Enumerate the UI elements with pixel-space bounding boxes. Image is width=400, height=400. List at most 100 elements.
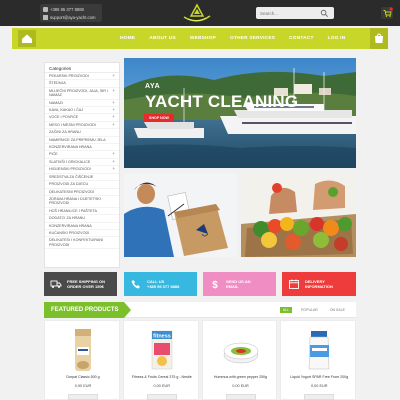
home-icon [22, 34, 32, 43]
cart-icon[interactable] [381, 7, 393, 19]
header-email[interactable]: support@aya-yacht.com [50, 15, 95, 20]
marina-image [124, 58, 356, 168]
feature-text-email: Send us an email [226, 279, 251, 289]
logo[interactable] [180, 3, 214, 23]
sidebar-category-item[interactable]: Pekarski proizvodi + [45, 73, 119, 81]
product-name[interactable]: Dorpat Classic 500 g [45, 375, 121, 379]
feature-email[interactable]: $ Send us an email [203, 272, 276, 296]
mail-icon [43, 14, 48, 20]
expand-plus-icon[interactable]: + [112, 73, 115, 78]
sidebar-category-item[interactable]: Proizvodi za djecu [45, 181, 119, 189]
sidebar-category-item[interactable]: Slatkiši i grickalice + [45, 159, 119, 167]
sidebar-category-label: Piće [49, 152, 58, 157]
sidebar-category-item[interactable]: Konzervirana hrana [45, 144, 119, 152]
product-price: 0,00 EUR [311, 384, 328, 388]
nav-item-about[interactable]: ABOUT US [149, 36, 176, 41]
email-row[interactable]: support@aya-yacht.com [43, 13, 99, 21]
nav-item-other-services[interactable]: OTHER SERVICES [230, 36, 275, 41]
hero-title: YACHT CLEANING [145, 92, 299, 111]
sidebar-category-label: Pekarski proizvodi [49, 74, 89, 78]
nav-cart-button[interactable] [370, 28, 388, 49]
tab-all[interactable]: ALL [279, 307, 293, 313]
sidebar-category-label: Slatkiši i grickalice [49, 159, 91, 164]
product-card[interactable]: Hummus with green pepper 250g 0,00 EUR [201, 320, 279, 400]
tab-on-sale[interactable]: ON SALE [327, 307, 348, 313]
feature-text-delivery: Delivery information [305, 279, 333, 289]
product-card[interactable]: Dorpat Classic 500 g 0,90 EUR [44, 320, 120, 400]
sidebar-category-label: Voće i povrće [49, 115, 79, 120]
sidebar-category-label: Higijenski proizvodi [49, 167, 91, 172]
product-card[interactable]: fitness Fitness & Fruits Cereal 375 g - … [122, 320, 200, 400]
expand-plus-icon[interactable]: + [112, 115, 115, 120]
expand-plus-icon[interactable]: + [112, 107, 115, 112]
search-icon[interactable] [320, 9, 329, 18]
dollar-icon: $ [212, 280, 218, 290]
nav-item-webshop[interactable]: WEBSHOP [190, 36, 216, 41]
product-name[interactable]: Hummus with green pepper 250g [203, 375, 279, 379]
add-to-cart-button[interactable] [146, 394, 177, 400]
delivery-photo [124, 174, 237, 257]
sidebar-category-item[interactable]: Mliječni proizvodi, jaja, sir i namaz + [45, 88, 119, 100]
shopping-bag-icon [375, 33, 383, 43]
cereal-box-image: fitness [151, 330, 172, 370]
expand-plus-icon[interactable]: + [112, 152, 115, 157]
hummus-tub-image [223, 342, 258, 364]
add-to-cart-button[interactable] [304, 394, 335, 400]
header-phone: +385 95 377 8888 [50, 6, 84, 12]
sidebar-category-item[interactable]: Piće + [45, 151, 119, 159]
nav-item-login[interactable]: LOG IN [328, 36, 346, 41]
expand-plus-icon[interactable]: + [112, 100, 115, 105]
nav-item-home[interactable]: HOME [120, 36, 135, 41]
bread-image [75, 329, 91, 371]
sidebar-category-item[interactable]: Štednja [45, 80, 119, 88]
main-nav: HOME ABOUT US WEBSHOP OTHER SERVICES CON… [12, 28, 388, 49]
sidebar-category-item[interactable]: Meso i mesni proizvodi + [45, 122, 119, 130]
add-to-cart-button[interactable] [225, 394, 256, 400]
sidebar-category-item[interactable]: Kućanski proizvodi [45, 230, 119, 238]
expand-plus-icon[interactable]: + [112, 159, 115, 164]
sidebar-category-item[interactable]: Zdrava hrana i dijetetski proizvodi [45, 196, 119, 208]
expand-plus-icon[interactable]: + [112, 122, 115, 127]
product-name[interactable]: Fitness & Fruits Cereal 375 g - Nestle [124, 375, 200, 379]
sidebar-category-label: Konzervirana hrana [49, 145, 92, 150]
sidebar-category-item[interactable]: Namazi + [45, 100, 119, 108]
sidebar-category-label: Hoš hranilice i pašteta [49, 208, 98, 213]
expand-plus-icon[interactable]: + [112, 88, 115, 93]
contact-box: +385 95 377 8888 support@aya-yacht.com [40, 4, 102, 22]
sidebar-category-item[interactable]: Hoš hranilice i pašteta [45, 208, 119, 216]
sidebar-category-item[interactable]: Začini za hranu [45, 129, 119, 137]
sidebar-category-item[interactable]: Delikatesni proizvodi [45, 189, 119, 196]
sidebar-category-item[interactable]: Higijenski proizvodi + [45, 166, 119, 174]
home-button[interactable] [18, 30, 36, 47]
shop-now-button[interactable]: SHOP NOW [144, 114, 174, 122]
sidebar-category-item[interactable]: Dodatci za hranu [45, 215, 119, 223]
sidebar-category-item[interactable]: Sredstva za čišćenje [45, 174, 119, 182]
sidebar-category-item[interactable]: Voće i povrće + [45, 114, 119, 122]
sidebar-category-item[interactable]: Delikatesi i konfektuirani proizvodi [45, 237, 119, 250]
sidebar-category-label: Namazi [49, 100, 63, 105]
yogurt-bottle-image [308, 331, 330, 370]
tab-popular[interactable]: POPULAR [298, 307, 321, 313]
hero-banner[interactable]: AYA YACHT CLEANING SHOP NOW [124, 58, 356, 168]
top-bar: +385 95 377 8888 support@aya-yacht.com [0, 0, 400, 26]
sidebar-category-label: Začini za hranu [49, 130, 81, 135]
product-tabs: ALL POPULAR ON SALE [279, 307, 348, 313]
sidebar-category-item[interactable]: Kava, kakao i čaj + [45, 107, 119, 115]
delivery-banner[interactable] [124, 174, 237, 257]
groceries-banner[interactable] [241, 174, 356, 257]
sidebar-category-item[interactable]: Namirnice za pripremu jela [45, 137, 119, 145]
feature-delivery-info[interactable]: Delivery information [282, 272, 356, 296]
product-price: 0,00 EUR [153, 384, 170, 388]
feature-text-shipping: Free shipping on order over 150€ [67, 279, 106, 289]
product-card[interactable]: Liquid Yogurt SPAR Free From 200g 0,00 E… [280, 320, 356, 400]
product-name[interactable]: Liquid Yogurt SPAR Free From 200g [281, 375, 357, 379]
feature-call-us[interactable]: Call us +385 95 377 8888 [124, 272, 197, 296]
add-to-cart-button[interactable] [68, 394, 98, 400]
expand-plus-icon[interactable]: + [112, 167, 115, 172]
sidebar-category-item[interactable]: Konzervirana hrana [45, 223, 119, 230]
feature-text-call: Call us +385 95 377 8888 [147, 279, 180, 289]
nav-item-contact[interactable]: CONTACT [289, 36, 314, 41]
featured-products-header: FEATURED PRODUCTS ALL POPULAR ON SALE [44, 302, 356, 318]
sidebar-category-label: Delikatesni proizvodi [49, 189, 95, 194]
nav-menu: HOME ABOUT US WEBSHOP OTHER SERVICES CON… [120, 28, 359, 49]
